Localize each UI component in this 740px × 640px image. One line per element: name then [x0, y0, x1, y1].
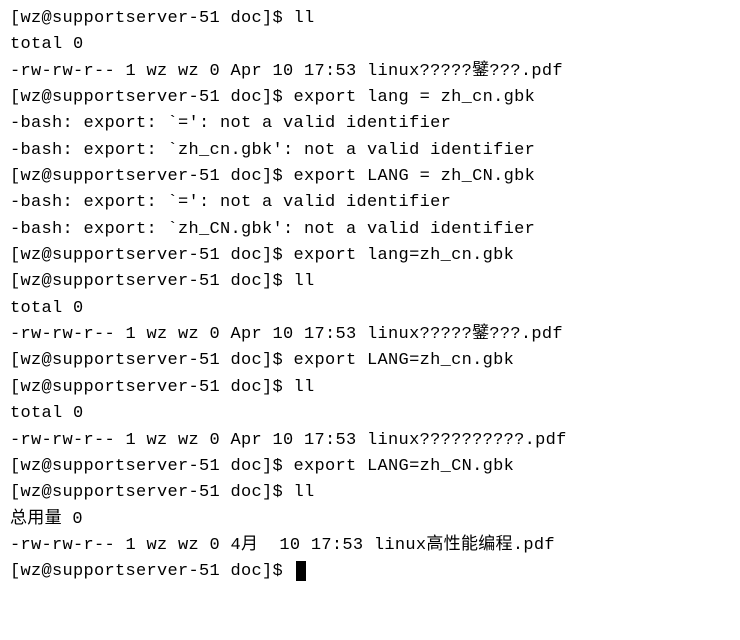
terminal-line: -rw-rw-r-- 1 wz wz 0 4月 10 17:53 linux高性…	[10, 533, 730, 559]
terminal-line: -rw-rw-r-- 1 wz wz 0 Apr 10 17:53 linux?…	[10, 428, 730, 454]
terminal-line: total 0	[10, 401, 730, 427]
terminal-line: 总用量 0	[10, 507, 730, 533]
terminal-line: [wz@supportserver-51 doc]$ ll	[10, 269, 730, 295]
terminal-line: [wz@supportserver-51 doc]$ export LANG =…	[10, 164, 730, 190]
terminal-line: -bash: export: `zh_cn.gbk': not a valid …	[10, 138, 730, 164]
terminal-line: -rw-rw-r-- 1 wz wz 0 Apr 10 17:53 linux?…	[10, 322, 730, 348]
terminal-line: [wz@supportserver-51 doc]$ ll	[10, 480, 730, 506]
terminal-line: total 0	[10, 32, 730, 58]
terminal-line: [wz@supportserver-51 doc]$ export lang=z…	[10, 243, 730, 269]
terminal-output[interactable]: [wz@supportserver-51 doc]$ ll total 0 -r…	[10, 6, 730, 586]
terminal-prompt: [wz@supportserver-51 doc]$	[10, 562, 294, 581]
terminal-line: [wz@supportserver-51 doc]$ export LANG=z…	[10, 454, 730, 480]
cursor-icon	[296, 561, 306, 581]
terminal-prompt-line: [wz@supportserver-51 doc]$	[10, 559, 730, 585]
terminal-line: [wz@supportserver-51 doc]$ export LANG=z…	[10, 348, 730, 374]
terminal-line: [wz@supportserver-51 doc]$ ll	[10, 6, 730, 32]
terminal-line: total 0	[10, 296, 730, 322]
terminal-line: -bash: export: `=': not a valid identifi…	[10, 111, 730, 137]
terminal-line: [wz@supportserver-51 doc]$ export lang =…	[10, 85, 730, 111]
terminal-line: -rw-rw-r-- 1 wz wz 0 Apr 10 17:53 linux?…	[10, 59, 730, 85]
terminal-line: [wz@supportserver-51 doc]$ ll	[10, 375, 730, 401]
terminal-line: -bash: export: `=': not a valid identifi…	[10, 190, 730, 216]
terminal-line: -bash: export: `zh_CN.gbk': not a valid …	[10, 217, 730, 243]
